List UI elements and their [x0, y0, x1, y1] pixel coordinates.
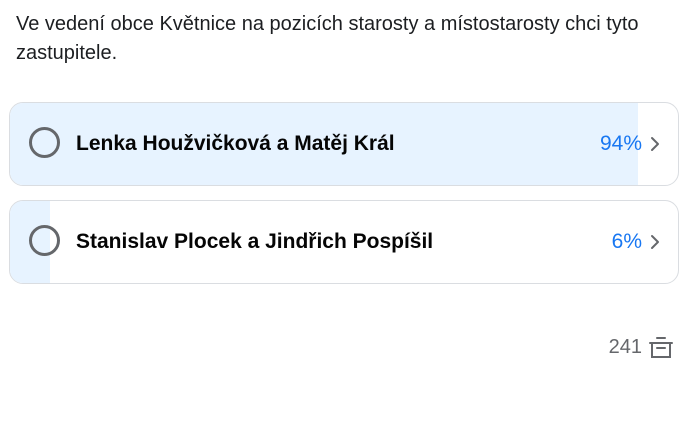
option-percent: 94% [599, 132, 642, 155]
poll-option-2[interactable]: Stanislav Plocek a Jindřich Pospíšil 6% [9, 200, 679, 284]
poll-option-1[interactable]: Lenka Houžvičková a Matěj Král 94% [9, 102, 679, 186]
option-label: Stanislav Plocek a Jindřich Pospíšil [76, 230, 434, 253]
option-label: Lenka Houžvičková a Matěj Král [76, 132, 395, 155]
radio-button[interactable] [29, 225, 60, 256]
poll-question: Ve vedení obce Květnice na pozicích star… [16, 13, 639, 64]
chevron-right-icon [651, 137, 659, 151]
radio-button[interactable] [29, 127, 60, 158]
vote-count: 241 [608, 336, 642, 358]
poll-footer: 241 [609, 333, 674, 361]
chevron-right-icon [651, 235, 659, 249]
option-percent: 6% [611, 230, 642, 253]
ballot-box-icon[interactable] [648, 334, 674, 360]
